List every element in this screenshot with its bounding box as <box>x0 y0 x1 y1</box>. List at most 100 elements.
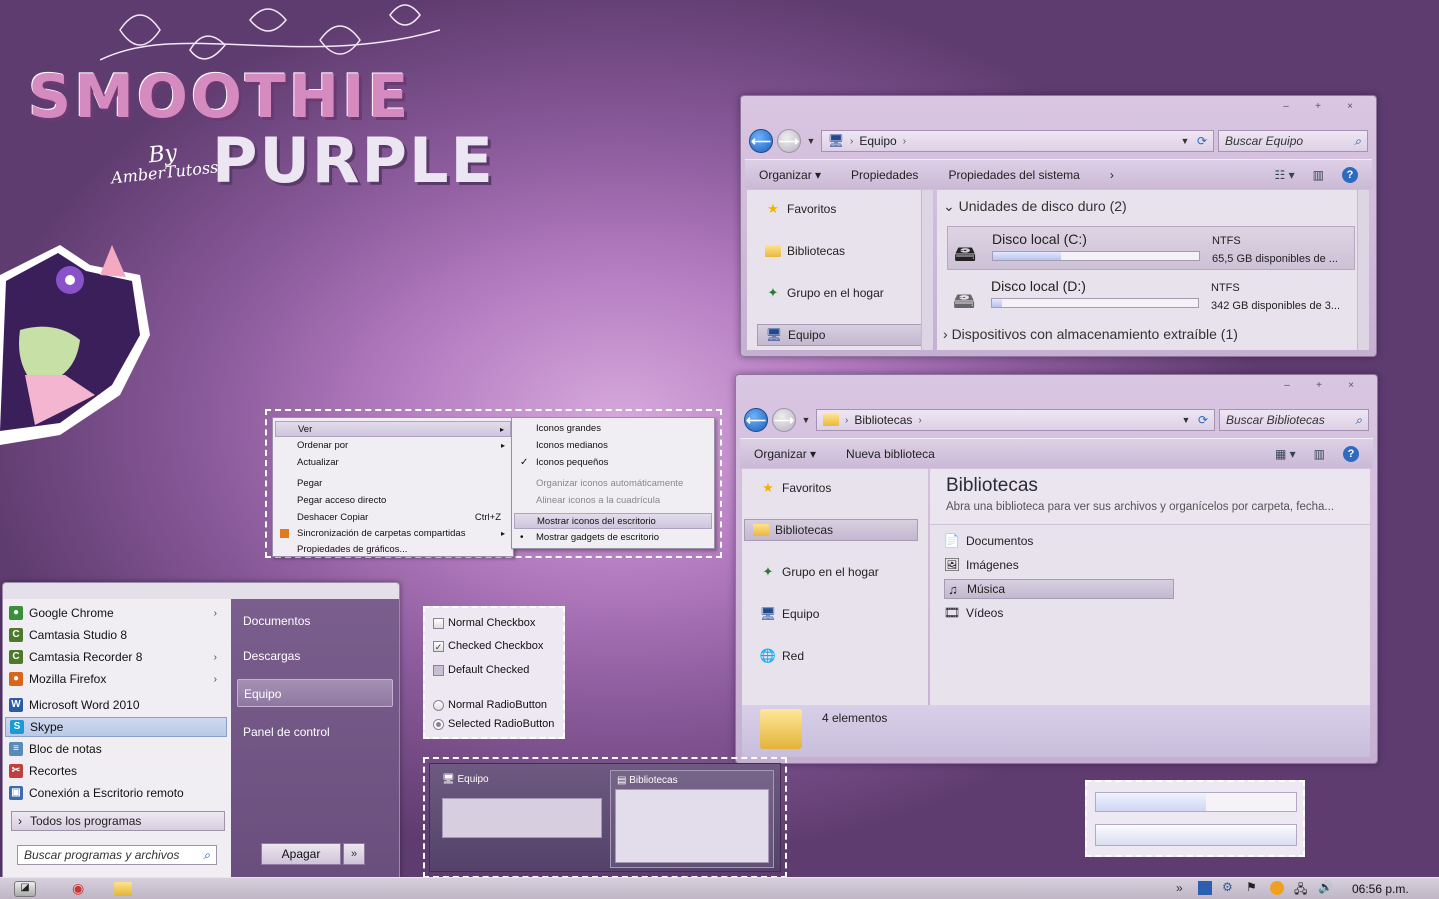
nav-item-favoritos[interactable]: ★ Favoritos <box>757 198 923 220</box>
selected-radio[interactable]: Selected RadioButton <box>433 718 554 730</box>
start-program-item[interactable]: C Camtasia Recorder 8 › <box>5 647 227 667</box>
address-dropdown-icon[interactable]: ▼ <box>1179 136 1191 146</box>
place-panel-control[interactable]: Panel de control <box>237 718 393 746</box>
nav-scrollbar[interactable] <box>921 190 933 350</box>
breadcrumb-chevron-icon[interactable]: › <box>903 136 906 147</box>
context-menu-item[interactable]: Deshacer Copiar Ctrl+Z <box>275 510 511 526</box>
context-menu-item[interactable]: Sincronización de carpetas compartidas ▸ <box>275 526 511 542</box>
search-input[interactable]: Buscar Bibliotecas ⌕ <box>1219 409 1369 431</box>
start-program-item[interactable]: C Camtasia Studio 8 <box>5 625 227 645</box>
drive-c-tile[interactable]: 🖴 Disco local (C:) NTFS 65,5 GB disponib… <box>947 226 1355 270</box>
tray-settings-icon[interactable]: ⚙ <box>1222 880 1233 894</box>
refresh-icon[interactable]: ⟳ <box>1198 413 1208 427</box>
submenu-arrow-icon[interactable]: › <box>214 652 217 663</box>
organize-button[interactable]: Organizar ▾ <box>759 168 821 182</box>
context-menu-item[interactable]: Pegar <box>275 476 511 492</box>
view-submenu-item[interactable]: Iconos grandes <box>514 421 712 437</box>
view-submenu-item[interactable]: Mostrar iconos del escritorio <box>514 513 712 529</box>
place-equipo[interactable]: Equipo <box>237 679 393 707</box>
search-icon[interactable]: ⌕ <box>1355 413 1362 428</box>
start-program-item[interactable]: ≡ Bloc de notas <box>5 739 227 759</box>
all-programs-button[interactable]: › Todos los programas <box>11 811 225 831</box>
context-menu-item[interactable]: Pegar acceso directo <box>275 493 511 509</box>
tray-app-icon[interactable] <box>1198 881 1212 895</box>
maximize-button[interactable]: + <box>1302 98 1334 116</box>
submenu-arrow-icon[interactable]: › <box>214 674 217 685</box>
search-icon[interactable]: ⌕ <box>203 848 210 863</box>
normal-checkbox[interactable]: Normal Checkbox <box>433 617 535 629</box>
chrome-taskbar-icon[interactable]: ◉ <box>72 880 84 897</box>
drive-d-tile[interactable]: 🖴 Disco local (D:) NTFS 342 GB disponibl… <box>947 274 1355 318</box>
nav-item-red[interactable]: 🌐 Red <box>752 645 918 667</box>
view-submenu-item[interactable]: ✓ Iconos pequeños <box>514 455 712 471</box>
organize-button[interactable]: Organizar ▾ <box>754 447 816 461</box>
tray-update-icon[interactable] <box>1270 881 1284 895</box>
nav-item-grupo-hogar[interactable]: ✦ Grupo en el hogar <box>757 282 923 304</box>
library-item-videos[interactable]: 🎞 Vídeos <box>944 603 1174 623</box>
view-submenu-item[interactable]: Alinear iconos a la cuadrícula <box>514 493 712 509</box>
nav-item-equipo[interactable]: 🖥 Equipo <box>752 603 918 625</box>
volume-icon[interactable]: 🔊 <box>1318 880 1333 894</box>
start-program-item[interactable]: S Skype <box>5 717 227 737</box>
context-menu-item[interactable]: Ver ▸ <box>275 421 511 437</box>
help-icon[interactable]: ? <box>1342 166 1358 183</box>
close-button[interactable]: × <box>1335 377 1367 395</box>
address-dropdown-icon[interactable]: ▼ <box>1180 415 1192 425</box>
minimize-button[interactable]: – <box>1271 377 1303 395</box>
view-submenu-item[interactable]: • Mostrar gadgets de escritorio <box>514 530 712 546</box>
address-bar[interactable]: 🖥 › Equipo › ▼ ⟳ <box>821 130 1214 152</box>
normal-radio[interactable]: Normal RadioButton <box>433 699 547 711</box>
start-search-input[interactable]: Buscar programas y archivos ⌕ <box>17 845 217 865</box>
close-button[interactable]: × <box>1334 98 1366 116</box>
recent-pages-dropdown[interactable]: ▼ <box>805 136 817 146</box>
group-header-removable[interactable]: › Dispositivos con almacenamiento extraí… <box>943 326 1238 342</box>
refresh-icon[interactable]: ⟳ <box>1197 134 1207 148</box>
shutdown-options-button[interactable]: » <box>343 843 365 865</box>
content-scrollbar[interactable] <box>1357 190 1369 350</box>
start-program-item[interactable]: W Microsoft Word 2010 <box>5 695 227 715</box>
action-center-flag-icon[interactable]: ⚑ <box>1246 880 1257 894</box>
preview-pane-icon[interactable]: ▥ <box>1314 447 1325 461</box>
start-program-item[interactable]: ● Google Chrome › <box>5 603 227 623</box>
properties-button[interactable]: Propiedades <box>851 168 918 182</box>
start-program-item[interactable]: ✂ Recortes <box>5 761 227 781</box>
view-options-icon[interactable]: ▦ ▾ <box>1275 447 1296 461</box>
library-item-imagenes[interactable]: 🖼 Imágenes <box>944 555 1174 575</box>
preview-pane-icon[interactable]: ▥ <box>1313 168 1324 182</box>
new-library-button[interactable]: Nueva biblioteca <box>846 447 935 461</box>
breadcrumb-bibliotecas[interactable]: Bibliotecas <box>854 413 912 427</box>
recent-pages-dropdown[interactable]: ▼ <box>800 415 812 425</box>
forward-button[interactable]: ⟶ <box>777 129 801 153</box>
nav-item-equipo[interactable]: 🖥 Equipo <box>757 324 923 346</box>
shutdown-button[interactable]: Apagar <box>261 843 341 865</box>
nav-item-favoritos[interactable]: ★ Favoritos <box>752 477 918 499</box>
network-tray-icon[interactable]: 🖧 <box>1294 880 1307 899</box>
search-input[interactable]: Buscar Equipo ⌕ <box>1218 130 1368 152</box>
nav-item-bibliotecas[interactable]: Bibliotecas <box>744 519 918 541</box>
maximize-button[interactable]: + <box>1303 377 1335 395</box>
show-hidden-icons-icon[interactable]: » <box>1176 881 1183 895</box>
system-properties-button[interactable]: Propiedades del sistema <box>948 168 1079 182</box>
clock[interactable]: 06:56 p.m. <box>1352 882 1409 896</box>
more-commands-chevron-icon[interactable]: › <box>1110 168 1114 182</box>
back-button[interactable]: ⟵ <box>744 408 768 432</box>
view-submenu-item[interactable]: Iconos medianos <box>514 438 712 454</box>
library-item-documentos[interactable]: 📄 Documentos <box>944 531 1174 551</box>
view-options-icon[interactable]: ☷ ▾ <box>1275 168 1295 182</box>
context-menu-item[interactable]: Ordenar por ▸ <box>275 438 511 454</box>
help-icon[interactable]: ? <box>1343 445 1359 462</box>
submenu-arrow-icon[interactable]: › <box>214 608 217 619</box>
back-button[interactable]: ⟵ <box>749 129 773 153</box>
place-descargas[interactable]: Descargas <box>237 642 393 670</box>
checked-checkbox[interactable]: ✓ Checked Checkbox <box>433 640 543 652</box>
nav-item-bibliotecas[interactable]: Bibliotecas <box>757 240 923 262</box>
library-item-musica[interactable]: ♫ Música <box>944 579 1174 599</box>
context-menu-item[interactable]: Propiedades de gráficos... <box>275 542 511 558</box>
minimize-button[interactable]: – <box>1270 98 1302 116</box>
thumbnail-bibliotecas[interactable]: ▤ Bibliotecas <box>610 770 774 868</box>
start-program-item[interactable]: ▣ Conexión a Escritorio remoto <box>5 783 227 803</box>
breadcrumb-chevron-icon[interactable]: › <box>918 415 921 426</box>
start-button[interactable]: ◪ <box>14 881 36 897</box>
breadcrumb-equipo[interactable]: Equipo <box>859 134 896 148</box>
group-header-hdd[interactable]: ⌄ Unidades de disco duro (2) <box>943 198 1127 215</box>
